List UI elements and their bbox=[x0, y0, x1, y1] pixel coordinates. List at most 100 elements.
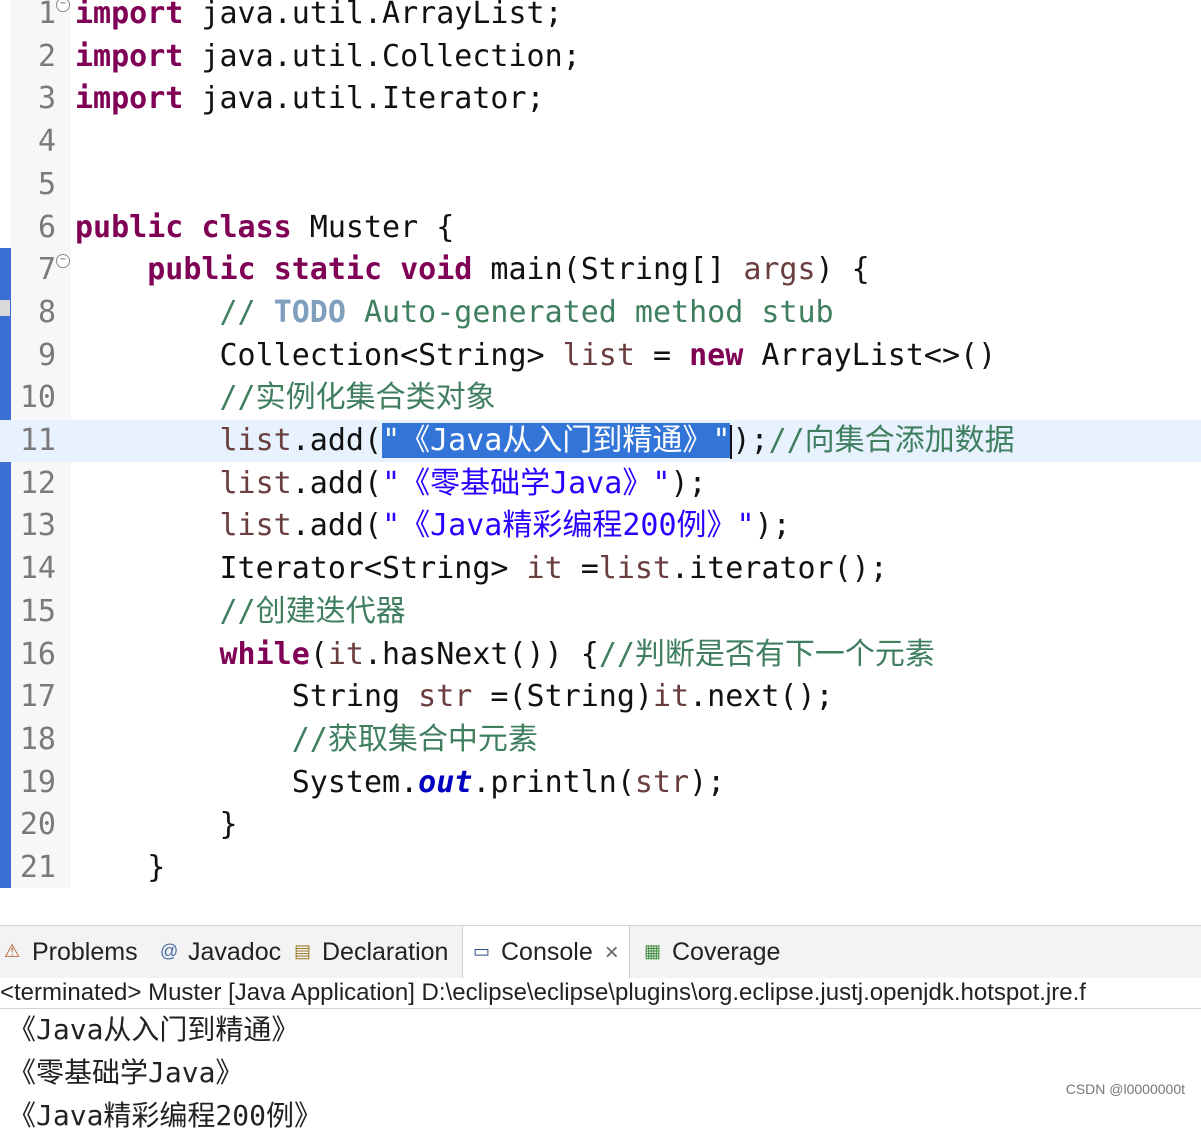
code-editor[interactable]: 1− import java.util.ArrayList; 2 import jav… bbox=[0, 0, 1201, 888]
code-line[interactable]: 15 //创建迭代器 bbox=[0, 591, 1201, 633]
code-token: str bbox=[634, 764, 690, 800]
tab-label: Declaration bbox=[322, 938, 449, 966]
code-text[interactable]: //实例化集合类对象 bbox=[75, 377, 495, 419]
code-token: import bbox=[75, 81, 184, 117]
code-token: ( bbox=[309, 636, 328, 672]
code-line[interactable]: 1− import java.util.ArrayList; bbox=[0, 0, 1201, 35]
code-token: it bbox=[652, 679, 690, 715]
code-text[interactable]: } bbox=[75, 804, 237, 846]
line-number: 8 bbox=[37, 294, 56, 330]
line-number: 3 bbox=[37, 81, 56, 117]
code-line[interactable]: 18 //获取集合中元素 bbox=[0, 719, 1201, 761]
code-token: String bbox=[75, 679, 419, 715]
code-line[interactable]: 12 list.add("《零基础学Java》"); bbox=[0, 463, 1201, 505]
code-text[interactable]: String str =(String)it.next(); bbox=[75, 676, 834, 718]
code-line[interactable]: 5 bbox=[0, 164, 1201, 206]
code-text[interactable]: import java.util.Iterator; bbox=[75, 78, 545, 120]
code-line[interactable]: 9 Collection<String> list = new ArrayLis… bbox=[0, 335, 1201, 377]
problems-icon: ⚠ bbox=[4, 941, 21, 962]
tab-coverage[interactable]: ▦ Coverage bbox=[640, 926, 784, 978]
code-line[interactable]: 8 // TODO Auto-generated method stub bbox=[0, 292, 1201, 334]
code-token: Muster { bbox=[291, 209, 455, 245]
code-token: list bbox=[598, 551, 672, 587]
code-line[interactable]: 14 Iterator<String> it =list.iterator(); bbox=[0, 548, 1201, 590]
line-number: 6 bbox=[37, 209, 56, 245]
code-line[interactable]: 11 list.add("《Java从入门到精通》");//向集合添加数据 bbox=[0, 420, 1201, 462]
code-line[interactable]: 2 import java.util.Collection; bbox=[0, 36, 1201, 78]
code-text[interactable]: //获取集合中元素 bbox=[75, 719, 538, 761]
close-icon[interactable]: × bbox=[605, 939, 619, 966]
code-token: str bbox=[418, 679, 473, 715]
code-token: //判断是否有下一个元素 bbox=[598, 636, 935, 672]
code-text[interactable]: Collection<String> list = new ArrayList<… bbox=[75, 335, 996, 377]
code-token: .next(); bbox=[689, 679, 834, 715]
code-token: Collection<String> bbox=[75, 337, 563, 373]
code-line[interactable]: 21 } bbox=[0, 847, 1201, 888]
coverage-icon: ▦ bbox=[644, 941, 662, 962]
code-text[interactable]: public static void main(String[] args) { bbox=[75, 249, 870, 291]
fold-toggle-icon[interactable]: − bbox=[56, 254, 70, 269]
line-number: 12 bbox=[19, 465, 56, 501]
code-text[interactable]: // TODO Auto-generated method stub bbox=[75, 292, 833, 334]
tab-javadoc[interactable]: @ Javadoc bbox=[156, 926, 285, 978]
code-text[interactable]: public class Muster { bbox=[75, 207, 454, 249]
code-text[interactable]: while(it.hasNext()) {//判断是否有下一个元素 bbox=[75, 634, 935, 676]
code-line[interactable]: 20 } bbox=[0, 804, 1201, 846]
code-token: .add( bbox=[291, 423, 383, 458]
code-token: import bbox=[75, 0, 184, 31]
code-token: = bbox=[634, 337, 690, 373]
code-token: ); bbox=[670, 465, 707, 501]
watermark: CSDN @l0000000t bbox=[1065, 1081, 1185, 1097]
code-line[interactable]: 16 while(it.hasNext()) {//判断是否有下一个元素 bbox=[0, 634, 1201, 676]
code-token: } bbox=[75, 850, 166, 885]
tab-problems[interactable]: ⚠ Problems bbox=[0, 926, 142, 978]
code-token: it bbox=[327, 636, 364, 672]
code-text[interactable]: list.add("《Java从入门到精通》");//向集合添加数据 bbox=[75, 420, 1015, 462]
code-text[interactable]: } bbox=[75, 847, 165, 888]
tab-declaration[interactable]: ▤ Declaration bbox=[290, 926, 452, 978]
code-line[interactable]: 19 System.out.println(str); bbox=[0, 762, 1201, 804]
code-token: void bbox=[400, 252, 473, 288]
code-line[interactable]: 6 public class Muster { bbox=[0, 207, 1201, 249]
code-token: java.util.Iterator; bbox=[183, 81, 545, 117]
code-token: import bbox=[75, 38, 184, 74]
code-text[interactable]: list.add("《零基础学Java》"); bbox=[75, 463, 707, 505]
code-text[interactable]: import java.util.Collection; bbox=[75, 36, 581, 78]
code-text[interactable]: list.add("《Java精彩编程200例》"); bbox=[75, 505, 791, 547]
code-token: public bbox=[147, 252, 256, 288]
code-token: = bbox=[562, 551, 599, 587]
code-token: Iterator<String> bbox=[75, 551, 527, 587]
code-line[interactable]: 10 //实例化集合类对象 bbox=[0, 377, 1201, 419]
code-token: "《Java精彩编程200例》" bbox=[382, 508, 755, 544]
tab-console[interactable]: ▭ Console × bbox=[462, 926, 630, 978]
code-line[interactable]: 7− public static void main(String[] args… bbox=[0, 249, 1201, 291]
line-number: 20 bbox=[19, 807, 56, 843]
code-line[interactable]: 13 list.add("《Java精彩编程200例》"); bbox=[0, 505, 1201, 547]
code-token: TODO bbox=[273, 294, 346, 330]
code-text[interactable]: Iterator<String> it =list.iterator(); bbox=[75, 548, 887, 590]
code-line[interactable]: 4 bbox=[0, 121, 1201, 163]
code-token: java.util.Collection; bbox=[183, 38, 581, 74]
console-icon: ▭ bbox=[473, 941, 491, 962]
line-number: 9 bbox=[37, 337, 56, 373]
code-line[interactable]: 3 import java.util.Iterator; bbox=[0, 78, 1201, 120]
code-token: while bbox=[219, 636, 310, 672]
bottom-panel-tabs: ⚠ Problems @ Javadoc ▤ Declaration ▭ Console × ▦ C… bbox=[0, 925, 1201, 978]
code-text[interactable]: import java.util.ArrayList; bbox=[75, 0, 563, 35]
javadoc-icon: @ bbox=[160, 941, 179, 962]
line-number: 17 bbox=[19, 679, 56, 715]
code-token: //获取集合中元素 bbox=[75, 721, 538, 757]
code-token: ); bbox=[732, 423, 769, 458]
code-token: ) { bbox=[815, 252, 870, 288]
code-text[interactable]: //创建迭代器 bbox=[75, 591, 405, 633]
code-line[interactable]: 17 String str =(String)it.next(); bbox=[0, 676, 1201, 718]
fold-toggle-icon[interactable]: − bbox=[56, 0, 70, 12]
code-text[interactable]: System.out.println(str); bbox=[75, 762, 726, 804]
line-number: 5 bbox=[37, 166, 56, 202]
code-token: main(String[] bbox=[472, 252, 744, 288]
